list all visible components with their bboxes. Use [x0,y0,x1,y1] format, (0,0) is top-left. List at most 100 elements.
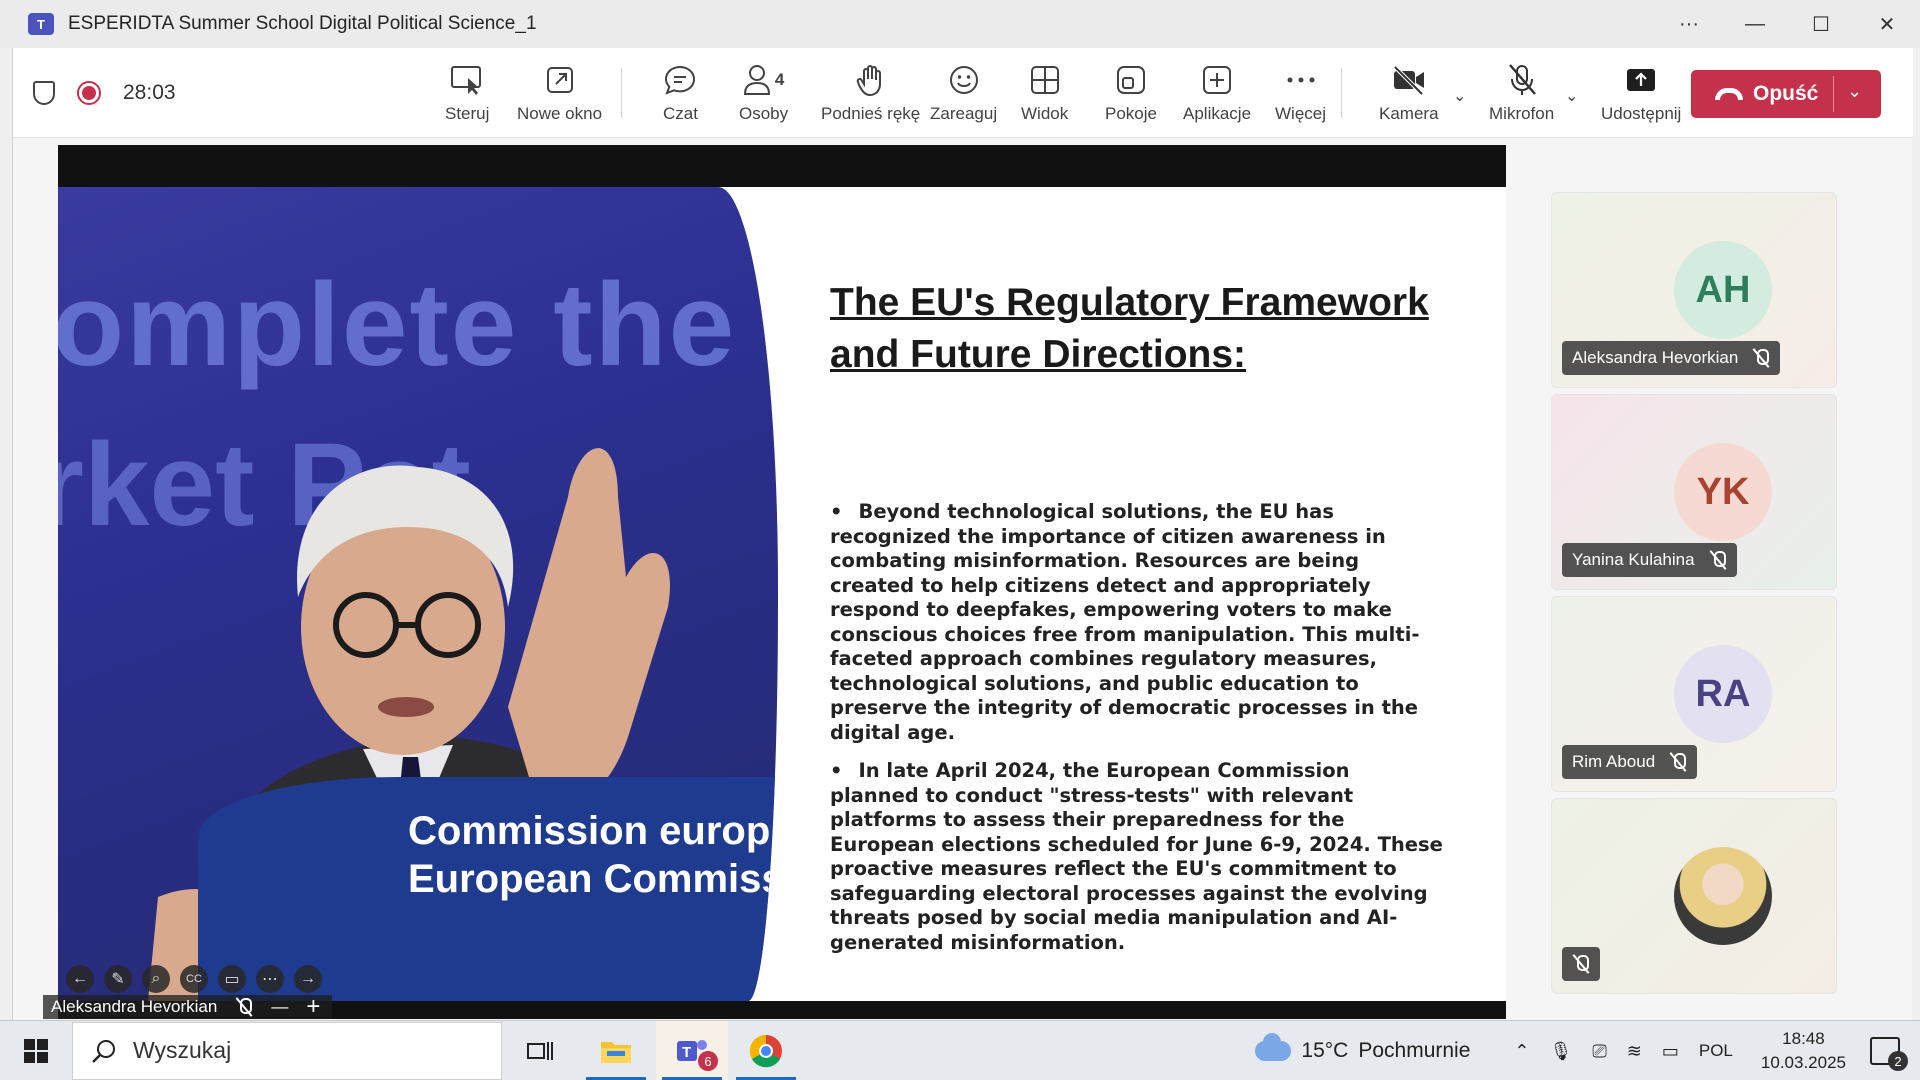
share-screen-icon [1627,69,1656,91]
wifi-icon[interactable]: ≋ [1627,1041,1642,1062]
slide-title: The EU's Regulatory Framework and Future… [830,281,1429,376]
battery-icon[interactable]: ▭ [1662,1041,1679,1062]
video-icon[interactable]: ▭ [218,965,246,993]
weather-widget[interactable]: 15°C Pochmurnie [1255,1033,1471,1063]
view-label: Widok [1021,104,1069,123]
presentation-slide: omplete the rket Pat Commission europ Eu… [58,187,1506,1001]
new-window-button[interactable]: Nowe okno [517,48,602,138]
participant-tile[interactable]: RA Rim Aboud [1551,596,1837,792]
leave-button[interactable]: Opuść ⌄ [1691,70,1881,118]
mic-muted-icon [1752,348,1770,368]
participant-tile[interactable]: AH Aleksandra Hevorkian [1551,192,1837,388]
previous-slide-icon[interactable]: ← [66,965,94,993]
participants-count: 4 [774,70,785,89]
participant-name-bar: Yanina Kulahina [1562,543,1737,577]
react-label: Zareaguj [930,104,998,123]
avatar: AH [1674,241,1772,339]
taskbar-search[interactable]: Wyszukaj [72,1021,502,1080]
react-button[interactable]: Zareaguj [930,48,997,138]
next-slide-icon[interactable]: → [294,965,322,993]
window-title: ESPERIDTA Summer School Digital Politica… [68,13,537,34]
add-app-icon [1203,66,1232,94]
meeting-window: 28:03 Steruj Nowe okno Czat 4 Osoby Podn… [12,48,1913,1020]
mic-muted-icon [235,997,253,1017]
maximize-button[interactable]: ☐ [1788,12,1854,37]
presenter-name: Aleksandra Hevorkian [51,997,218,1016]
teams-notification-badge: 6 [698,1051,718,1071]
photo-background-text: omplete the [58,259,737,391]
slide-bullets: Beyond technological solutions, the EU h… [830,500,1445,969]
weather-description: Pochmurnie [1358,1039,1471,1062]
more-label: Więcej [1275,104,1327,123]
participant-tile[interactable] [1551,798,1837,994]
microphone-off-icon [1508,64,1536,95]
shared-screen[interactable]: omplete the rket Pat Commission europ Eu… [43,145,1506,1020]
file-explorer-button[interactable] [580,1021,652,1080]
avatar-photo [1674,847,1772,945]
captions-icon[interactable]: CC [180,965,208,993]
clock[interactable]: 18:48 10.03.2025 [1761,1027,1846,1075]
display-icon[interactable]: ⎚ [1592,1041,1606,1062]
camera-options-chevron-icon[interactable]: ⌄ [1453,86,1466,106]
view-button[interactable]: Widok [1021,48,1068,138]
microphone-tray-icon[interactable]: 🎙 [1550,1041,1573,1062]
podium-text: European Commiss [408,857,778,901]
share-button[interactable]: Udostępnij [1601,48,1681,138]
pen-icon[interactable]: ✎ [104,965,132,993]
raise-hand-button[interactable]: Podnieś rękę [821,48,920,138]
chat-button[interactable]: Czat [663,48,698,138]
mic-muted-icon [1669,752,1687,772]
hang-up-icon [1715,88,1743,100]
camera-button[interactable]: Kamera [1379,48,1439,138]
clock-date: 10.03.2025 [1760,1053,1846,1072]
apps-button[interactable]: Aplikacje [1183,48,1251,138]
more-options-icon[interactable]: ··· [1656,13,1722,36]
smiley-icon [949,66,978,94]
recording-icon[interactable] [77,81,101,105]
chevron-up-icon[interactable]: ⌃ [1514,1041,1529,1062]
presenter-bar: Aleksandra Hevorkian — + [43,993,333,1021]
shield-icon[interactable] [33,81,55,105]
zoom-in-button[interactable]: + [306,993,320,1021]
people-button[interactable]: 4 Osoby [739,48,788,138]
breakout-rooms-icon [1116,66,1145,94]
teams-taskbar-button[interactable]: T 6 [656,1021,728,1080]
take-control-button[interactable]: Steruj [445,48,489,138]
camera-label: Kamera [1379,104,1439,123]
microphone-button[interactable]: Mikrofon [1489,48,1554,138]
grid-view-icon [1030,66,1059,94]
svg-text:T: T [682,1044,691,1061]
more-button[interactable]: Więcej [1275,48,1326,138]
bullet-item: In late April 2024, the European Commiss… [830,759,1445,955]
rooms-button[interactable]: Pokoje [1105,48,1157,138]
more-options-icon[interactable]: ⋯ [256,965,284,993]
presentation-controls: ← ✎ ⌕ CC ▭ ⋯ → [66,965,322,993]
participant-tile[interactable]: YK Yanina Kulahina [1551,394,1837,590]
meeting-toolbar: 28:03 Steruj Nowe okno Czat 4 Osoby Podn… [13,48,1913,138]
leave-options-chevron-icon[interactable]: ⌄ [1847,81,1862,102]
people-label: Osoby [739,104,789,123]
notification-count: 2 [1888,1051,1908,1071]
system-tray: 15°C Pochmurnie ⌃ 🎙 ⎚ ≋ ▭ POL 18:48 10.0… [1255,1021,1920,1080]
windows-taskbar: Wyszukaj T 6 15°C Pochmurnie ⌃ 🎙 ⎚ ≋ ▭ P… [0,1020,1920,1080]
weather-temperature: 15°C [1301,1039,1349,1062]
participant-name: Aleksandra Hevorkian [1572,348,1739,367]
zoom-out-button[interactable]: — [271,997,288,1017]
zoom-icon[interactable]: ⌕ [142,965,170,993]
new-window-label: Nowe okno [517,104,603,123]
language-indicator[interactable]: POL [1699,1041,1733,1061]
microphone-options-chevron-icon[interactable]: ⌄ [1565,86,1578,106]
start-button[interactable] [0,1021,72,1080]
bullet-item: Beyond technological solutions, the EU h… [830,500,1445,745]
task-view-button[interactable] [504,1021,576,1080]
chrome-taskbar-button[interactable] [730,1021,802,1080]
apps-label: Aplikacje [1183,104,1252,123]
avatar: YK [1674,443,1772,541]
minimize-button[interactable]: — [1722,13,1788,36]
camera-off-icon [1393,65,1424,95]
close-button[interactable]: ✕ [1854,12,1920,37]
teams-app-icon: T [28,13,54,35]
notification-center-icon[interactable]: 2 [1870,1037,1908,1071]
search-icon [92,1039,115,1063]
clock-time: 18:48 [1782,1029,1825,1048]
